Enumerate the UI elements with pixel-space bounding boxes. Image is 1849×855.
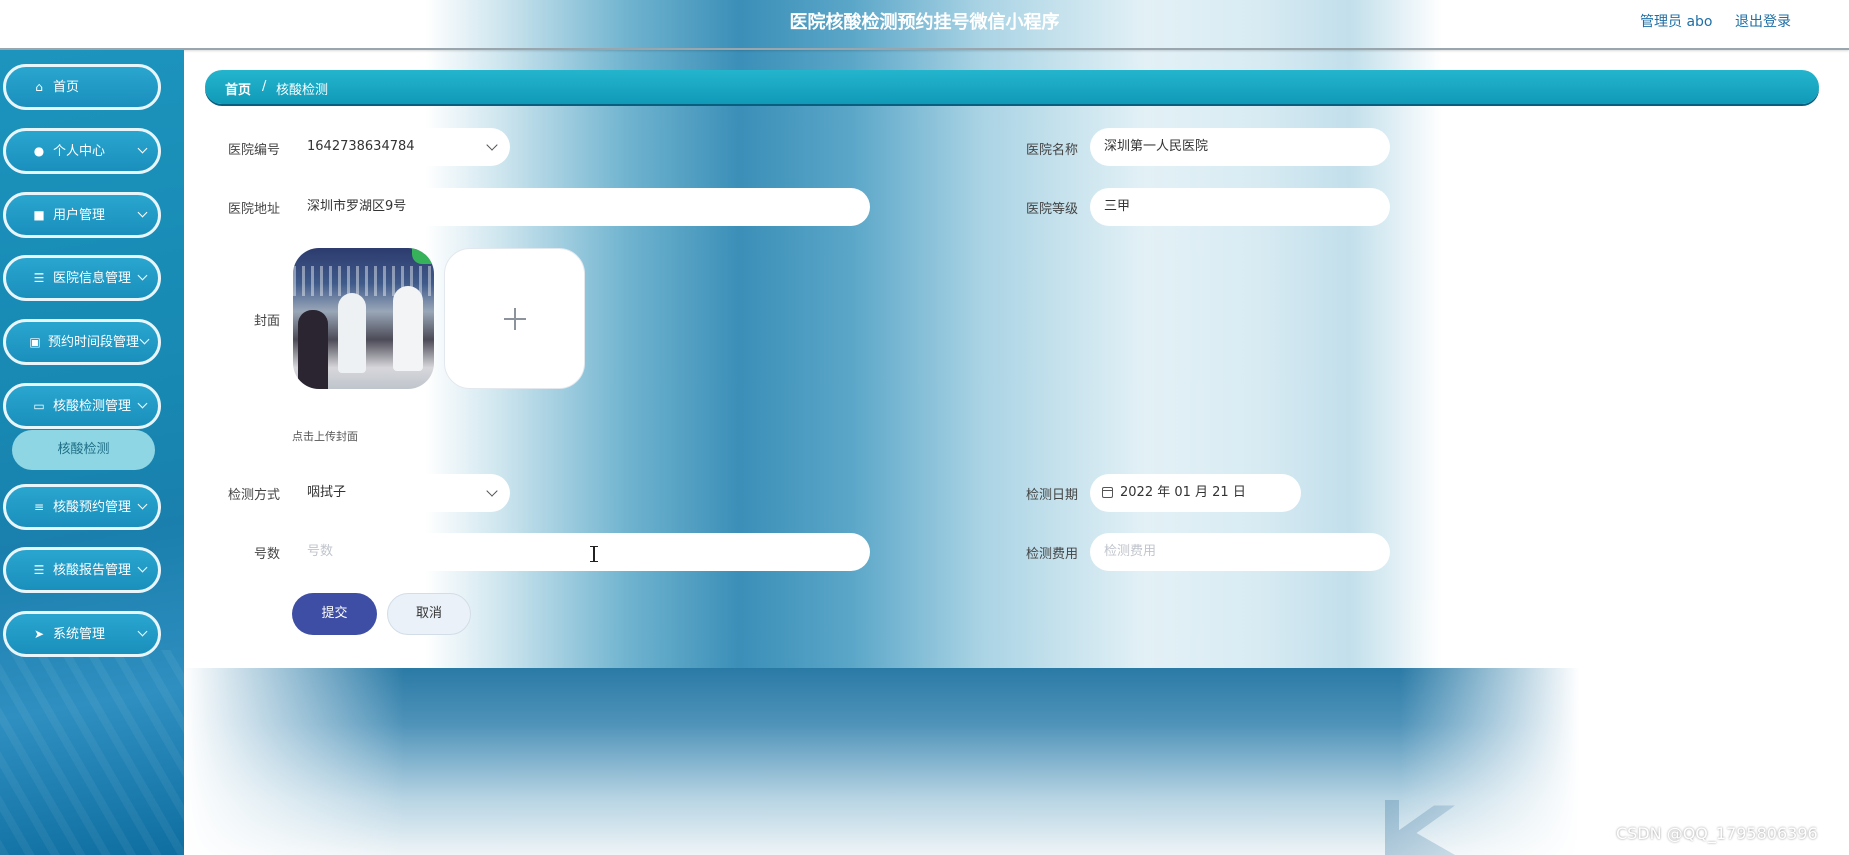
test-date-picker[interactable]: 2022 年 01 月 21 日 xyxy=(1090,474,1301,512)
briefcase-icon: ■ xyxy=(33,208,45,222)
number-placeholder: 号数 xyxy=(307,544,334,559)
submit-button[interactable]: 提交 xyxy=(292,593,377,635)
clipboard-icon: ▣ xyxy=(29,335,41,349)
chevron-down-icon xyxy=(486,485,498,497)
test-method-select[interactable]: 咽拭子 xyxy=(293,474,510,512)
chevron-down-icon xyxy=(137,398,148,409)
chevron-down-icon xyxy=(137,270,148,281)
breadcrumb-separator: / xyxy=(262,79,267,94)
sidebar-item-label: 首页 xyxy=(53,80,80,95)
sidebar-item-label: 核酸检测管理 xyxy=(53,399,132,414)
breadcrumb: 首页 / 核酸检测 xyxy=(205,70,1819,104)
test-date-label: 检测日期 xyxy=(1025,488,1078,503)
chevron-down-icon xyxy=(139,334,150,345)
logout-link[interactable]: 退出登录 xyxy=(1735,11,1791,31)
sliders-icon: ≡ xyxy=(33,500,45,514)
chevron-down-icon xyxy=(137,562,148,573)
hospital-level-field[interactable]: 三甲 xyxy=(1090,188,1390,226)
top-header: 医院核酸检测预约挂号微信小程序 管理员 abo 退出登录 xyxy=(0,0,1849,50)
breadcrumb-current: 核酸检测 xyxy=(276,83,329,98)
hospital-address-value: 深圳市罗湖区9号 xyxy=(307,199,407,214)
sidebar-item-label: 核酸报告管理 xyxy=(53,563,132,578)
hospital-name-value: 深圳第一人民医院 xyxy=(1104,139,1209,154)
monitor-icon: ▭ xyxy=(33,399,45,413)
sidebar-item-label: 系统管理 xyxy=(53,627,106,642)
chevron-down-icon xyxy=(137,143,148,154)
chevron-down-icon xyxy=(137,499,148,510)
hospital-address-label: 医院地址 xyxy=(227,202,280,217)
list-icon: ☰ xyxy=(33,563,45,577)
sidebar-item-label: 用户管理 xyxy=(53,208,106,223)
hospital-name-field[interactable]: 深圳第一人民医院 xyxy=(1090,128,1390,166)
sidebar-item-label: 预约时间段管理 xyxy=(48,335,140,350)
text-cursor-icon xyxy=(590,546,598,562)
list-icon: ☰ xyxy=(33,271,45,285)
watermark-text: CSDN @QQ_1795806396 xyxy=(1616,824,1818,843)
cover-upload-button[interactable] xyxy=(444,248,585,389)
sidebar-item-user-management[interactable]: ■ 用户管理 xyxy=(3,192,161,238)
chevron-down-icon xyxy=(137,626,148,637)
app-title: 医院核酸检测预约挂号微信小程序 xyxy=(789,12,1060,33)
cancel-button[interactable]: 取消 xyxy=(387,593,471,635)
user-icon: ● xyxy=(33,144,45,158)
home-icon: ⌂ xyxy=(35,80,43,94)
number-label: 号数 xyxy=(253,547,280,562)
sidebar-item-home[interactable]: ⌂ 首页 xyxy=(3,64,161,110)
sidebar-item-report[interactable]: ☰ 核酸报告管理 xyxy=(3,547,161,593)
hospital-name-label: 医院名称 xyxy=(1025,143,1078,158)
test-date-value: 2022 年 01 月 21 日 xyxy=(1120,485,1246,500)
plus-icon xyxy=(514,308,516,330)
sidebar-item-label: 医院信息管理 xyxy=(53,271,132,286)
sidebar-item-label: 核酸预约管理 xyxy=(53,500,132,515)
cover-image-corner xyxy=(412,248,434,264)
chevron-down-icon xyxy=(137,207,148,218)
sidebar-item-personal-center[interactable]: ● 个人中心 xyxy=(3,128,161,174)
sidebar-item-system[interactable]: ➤ 系统管理 xyxy=(3,611,161,657)
cover-image-figure xyxy=(338,293,366,373)
breadcrumb-home-link[interactable]: 首页 xyxy=(225,79,251,98)
sidebar-item-label: 个人中心 xyxy=(53,144,106,159)
lower-background-fade-left xyxy=(184,668,404,855)
sidebar-item-nucleic-test[interactable]: ▭ 核酸检测管理 xyxy=(3,383,161,429)
hospital-no-label: 医院编号 xyxy=(227,143,280,158)
test-method-value: 咽拭子 xyxy=(307,485,347,500)
send-icon: ➤ xyxy=(33,627,45,641)
hospital-level-label: 医院等级 xyxy=(1025,202,1078,217)
cover-image-figure xyxy=(298,310,328,389)
cover-image-thumbnail[interactable] xyxy=(293,248,434,389)
hospital-address-field[interactable]: 深圳市罗湖区9号 xyxy=(293,188,870,226)
sidebar-item-time-slot[interactable]: ▣ 预约时间段管理 xyxy=(3,319,161,365)
hospital-no-value: 1642738634784 xyxy=(307,139,415,154)
number-input[interactable]: 号数 xyxy=(293,533,870,571)
hospital-level-value: 三甲 xyxy=(1104,199,1131,214)
lower-background-fade-right xyxy=(1400,600,1849,855)
sidebar-item-hospital-info[interactable]: ☰ 医院信息管理 xyxy=(3,255,161,301)
sidebar-item-appointment[interactable]: ≡ 核酸预约管理 xyxy=(3,484,161,530)
hospital-no-select[interactable]: 1642738634784 xyxy=(293,128,510,166)
test-fee-label: 检测费用 xyxy=(1025,547,1078,562)
submenu-item-nucleic-test[interactable]: 核酸检测 xyxy=(12,430,155,470)
calendar-icon xyxy=(1102,487,1113,498)
cover-label: 封面 xyxy=(253,314,280,329)
cover-image-figure xyxy=(393,286,423,371)
cover-upload-tip: 点击上传封面 xyxy=(292,430,358,443)
chevron-down-icon xyxy=(486,139,498,151)
test-method-label: 检测方式 xyxy=(227,488,280,503)
test-fee-input[interactable]: 检测费用 xyxy=(1090,533,1390,571)
test-fee-placeholder: 检测费用 xyxy=(1104,544,1157,559)
admin-user-label[interactable]: 管理员 abo xyxy=(1640,11,1712,31)
